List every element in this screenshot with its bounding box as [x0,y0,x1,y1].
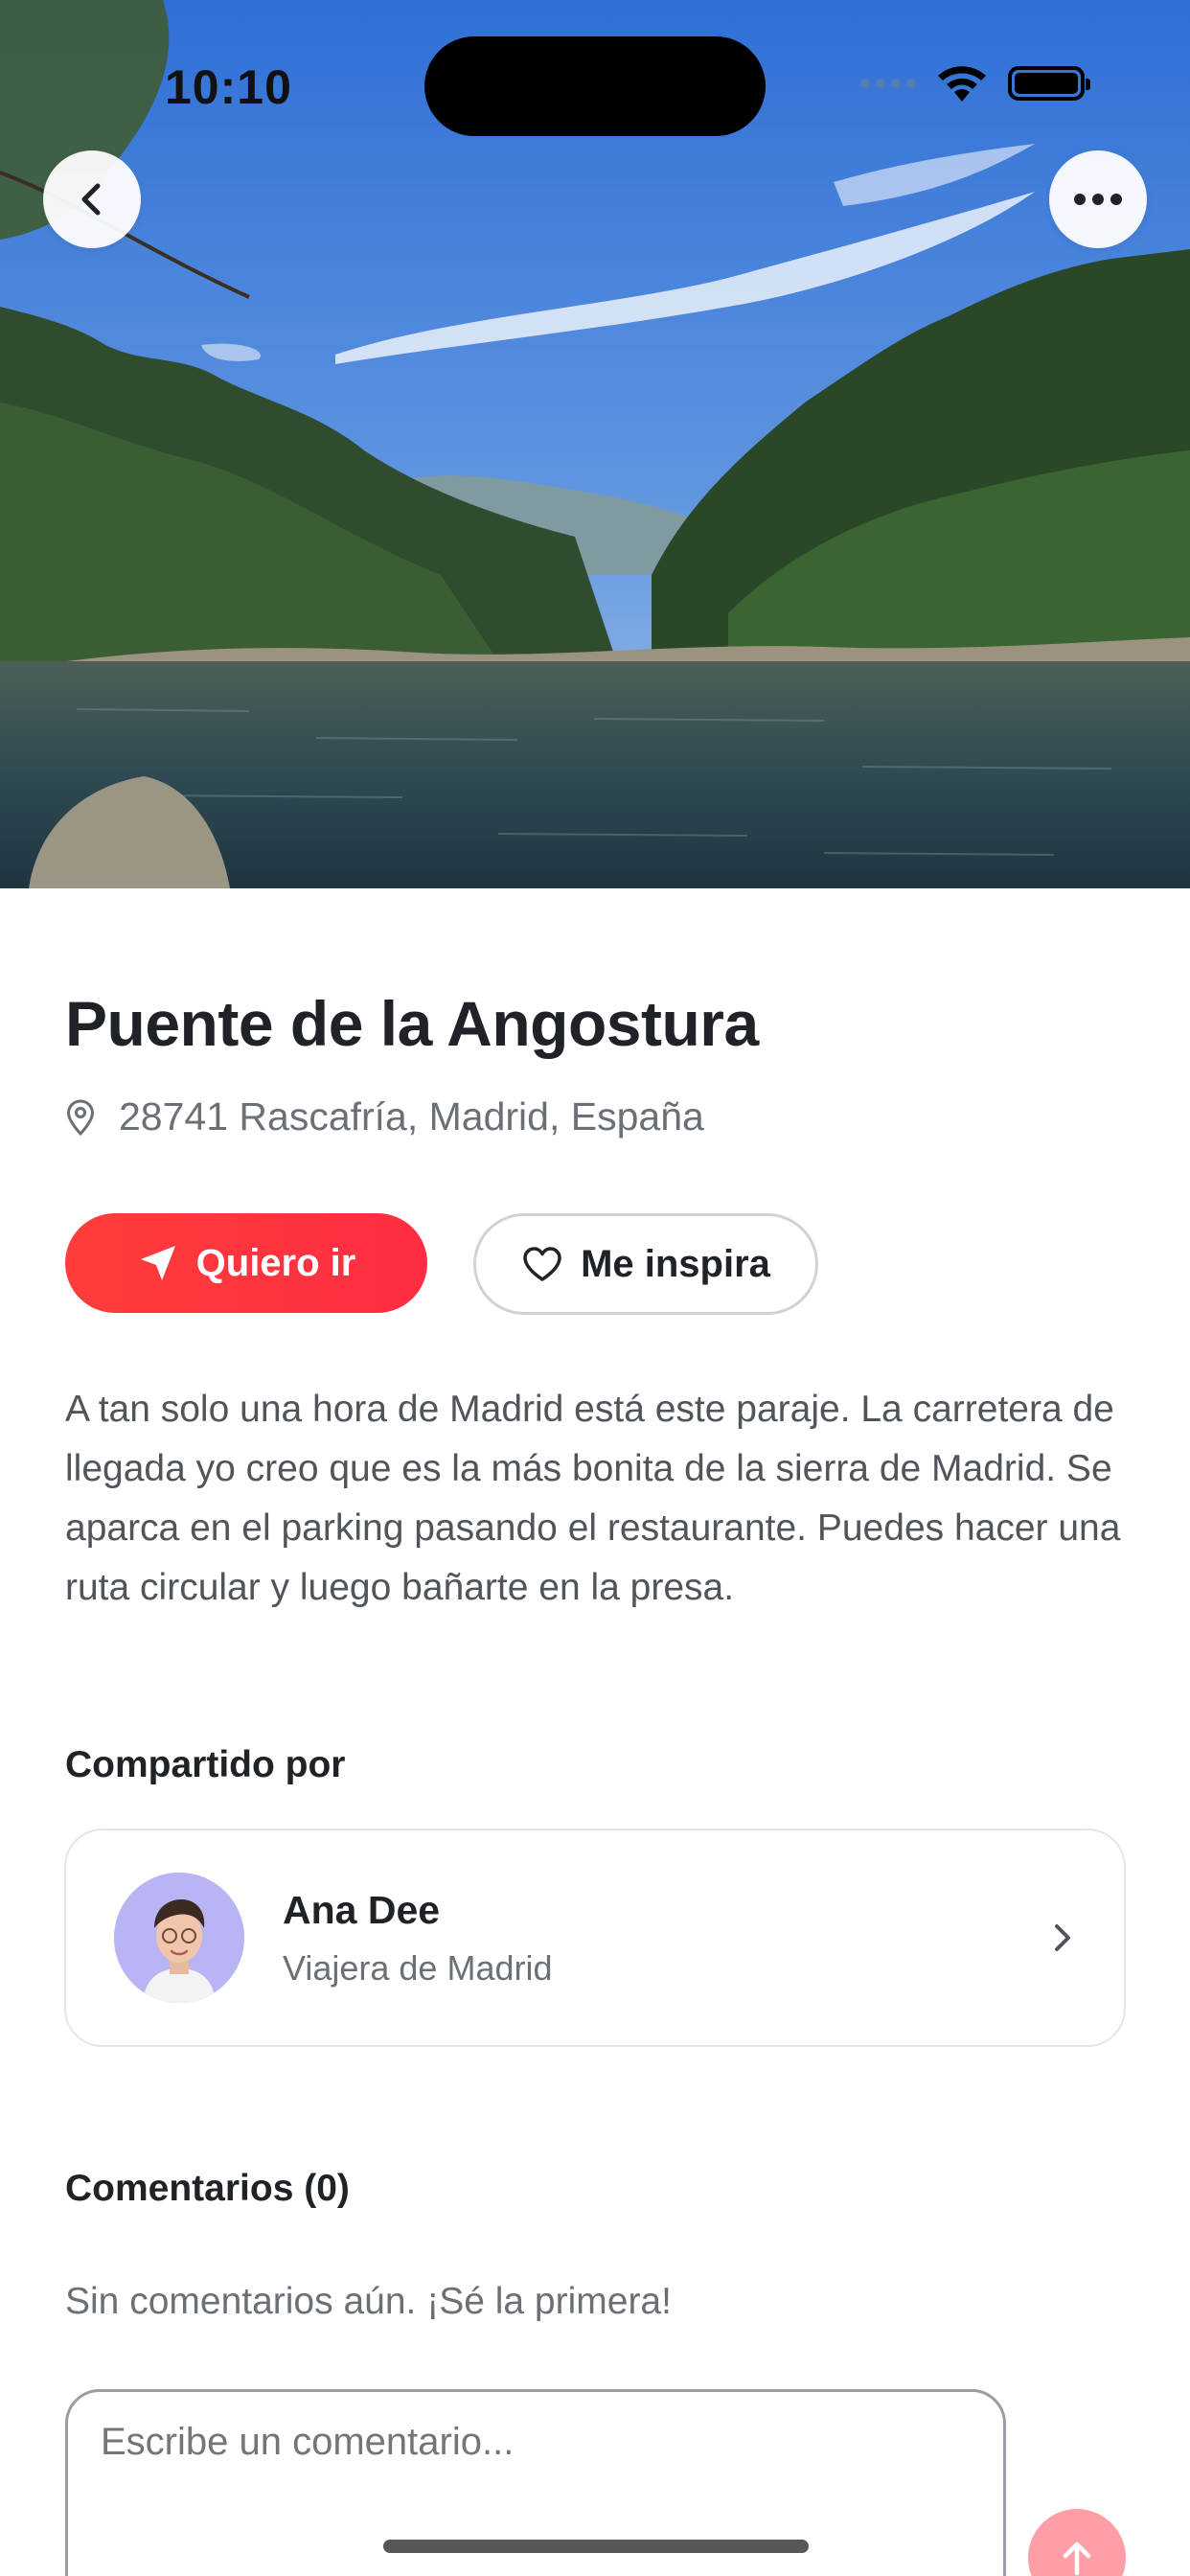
place-description: A tan solo una hora de Madrid está este … [65,1389,1121,1608]
no-comments-text: Sin comentarios aún. ¡Sé la primera! [65,2281,672,2322]
me-inspira-button[interactable]: Me inspira [473,1213,818,1315]
dynamic-island [424,36,766,136]
chevron-right-icon [1055,1924,1070,1951]
place-title: Puente de la Angostura [65,988,759,1059]
action-buttons: Quiero ir Me inspira [65,1213,818,1315]
more-options-button[interactable] [1049,150,1147,248]
navigation-arrow-icon [140,1246,175,1280]
author-subtitle: Viajera de Madrid [283,1947,553,1988]
back-button[interactable] [43,150,141,248]
status-time: 10:10 [165,60,292,114]
author-info: Ana Dee Viajera de Madrid [283,1888,1049,1989]
ellipsis-icon [1074,194,1122,205]
quiero-ir-label: Quiero ir [195,1241,356,1284]
map-pin-icon [66,1098,95,1136]
author-card[interactable]: Ana Dee Viajera de Madrid [64,1828,1126,2047]
comments-heading: Comentarios (0) [65,2168,350,2209]
send-comment-button[interactable] [1028,2509,1126,2576]
arrow-up-icon [1063,2542,1091,2576]
home-indicator [383,2540,809,2553]
me-inspira-label: Me inspira [581,1242,770,1285]
shared-by-heading: Compartido por [65,1744,346,1785]
battery-icon [1008,66,1090,101]
chevron-left-icon [81,183,101,216]
quiero-ir-button[interactable]: Quiero ir [65,1213,427,1313]
cellular-signal-icon [860,79,916,88]
wifi-icon [938,66,986,102]
status-icons [860,63,1090,104]
avatar [114,1873,244,2003]
place-address: 28741 Rascafría, Madrid, España [119,1094,704,1138]
author-name: Ana Dee [283,1887,441,1932]
place-location: 28741 Rascafría, Madrid, España [65,1094,704,1139]
heart-icon [523,1247,561,1281]
